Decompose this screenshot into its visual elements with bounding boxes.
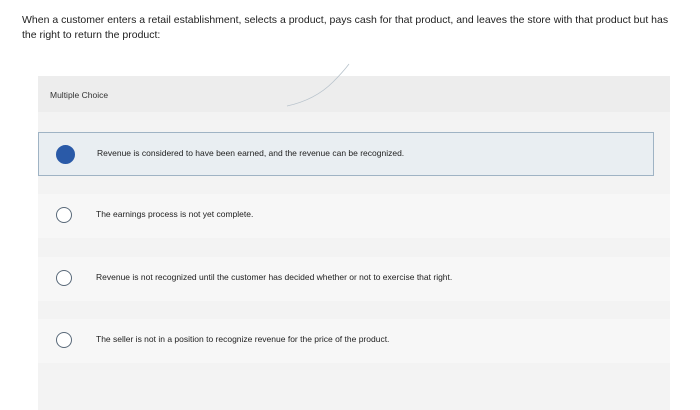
radio-selected-icon[interactable] [56, 145, 75, 164]
multiple-choice-header: Multiple Choice [38, 76, 670, 112]
option-4[interactable]: The seller is not in a position to recog… [38, 319, 670, 363]
multiple-choice-panel: Multiple Choice Revenue is considered to… [38, 76, 670, 410]
option-3[interactable]: Revenue is not recognized until the cust… [38, 257, 670, 301]
option-3-text: Revenue is not recognized until the cust… [96, 272, 453, 282]
radio-unselected-icon[interactable] [56, 207, 72, 223]
option-2[interactable]: The earnings process is not yet complete… [38, 194, 670, 238]
option-4-text: The seller is not in a position to recog… [96, 334, 390, 344]
radio-unselected-icon[interactable] [56, 270, 72, 286]
option-2-text: The earnings process is not yet complete… [96, 209, 254, 219]
question-text: When a customer enters a retail establis… [22, 14, 669, 41]
option-1[interactable]: Revenue is considered to have been earne… [38, 132, 654, 176]
radio-unselected-icon[interactable] [56, 332, 72, 348]
multiple-choice-label: Multiple Choice [50, 90, 109, 100]
option-1-text: Revenue is considered to have been earne… [97, 148, 405, 158]
